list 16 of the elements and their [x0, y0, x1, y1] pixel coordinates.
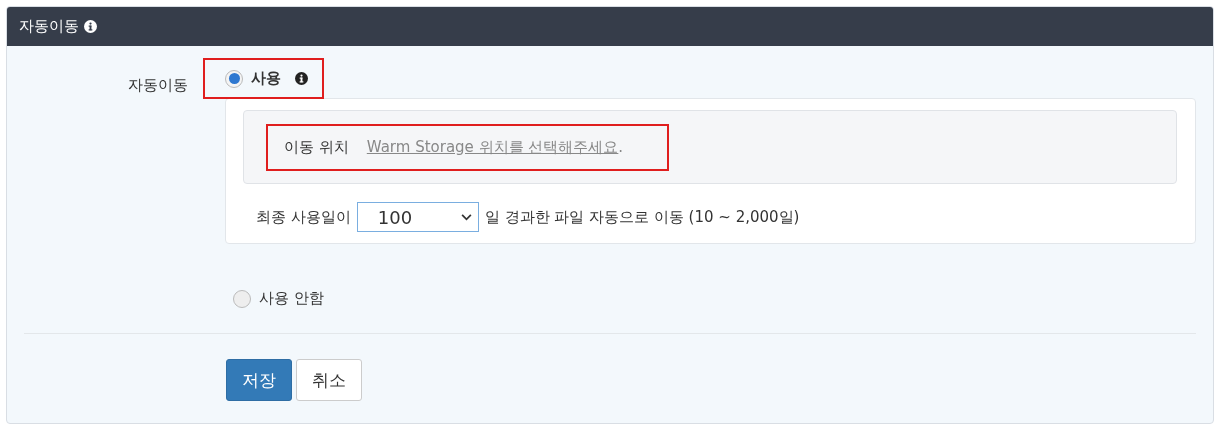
- radio-option[interactable]: 사용 안함: [233, 289, 324, 308]
- period-text: .: [618, 138, 624, 156]
- rule-prefix: 최종 사용일이: [256, 207, 351, 227]
- save-button[interactable]: 저장: [226, 359, 292, 401]
- rule-suffix: 일 경과한 파일 자동으로 이동 (10 ~ 2,000일): [484, 207, 800, 227]
- radio-button[interactable]: [233, 289, 251, 308]
- cancel-button[interactable]: 취소: [296, 359, 362, 401]
- field-label: 자동이동: [127, 75, 188, 96]
- radio-button[interactable]: [225, 69, 243, 88]
- radio-option[interactable]: 사용: [225, 69, 281, 88]
- panel-title: 자동이동: [19, 17, 79, 36]
- chevron-down-icon: [460, 213, 472, 221]
- info-icon: [295, 72, 308, 85]
- info-icon: [84, 20, 97, 33]
- destination-label: 이동 위치: [284, 137, 349, 157]
- days-select[interactable]: 100: [356, 202, 479, 232]
